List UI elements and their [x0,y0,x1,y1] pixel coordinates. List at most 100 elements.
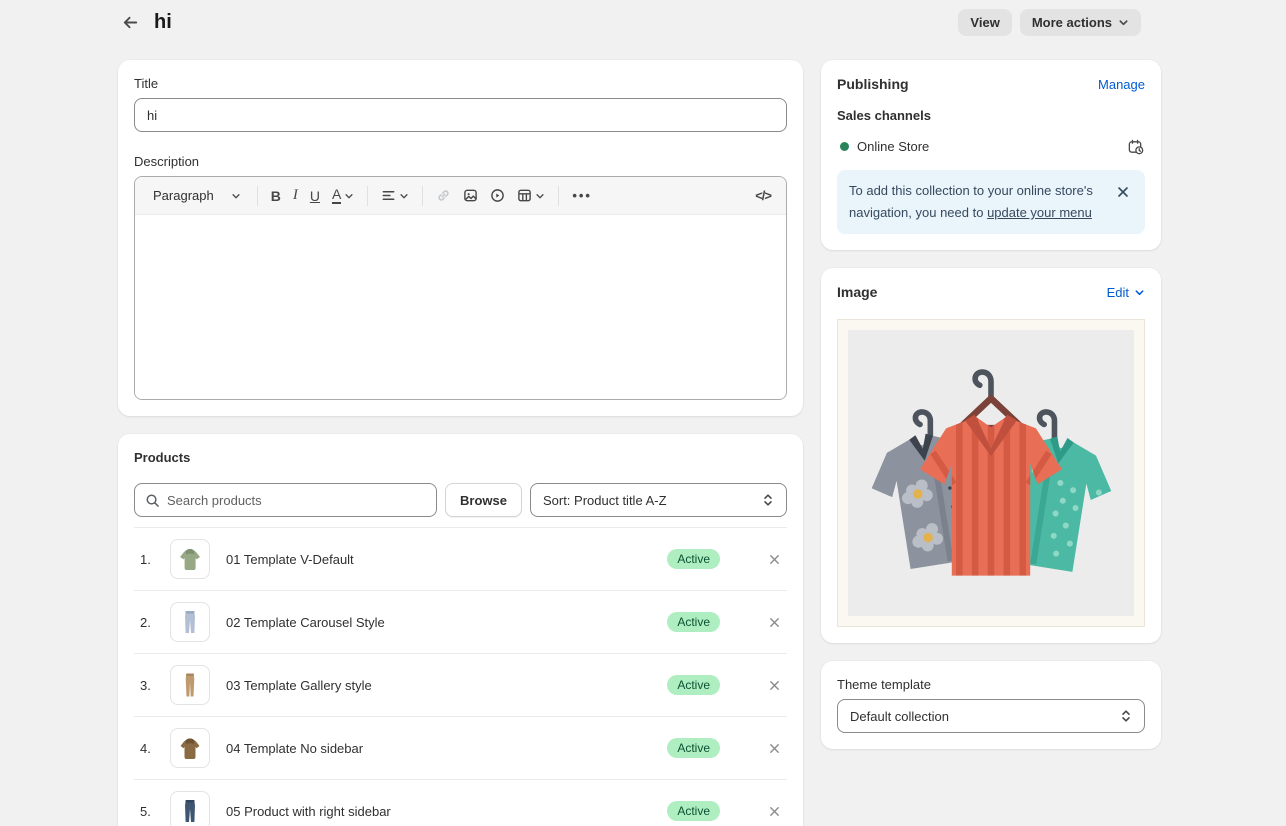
remove-product-button[interactable] [764,675,784,695]
browse-button-label: Browse [460,493,507,508]
remove-product-button[interactable] [764,612,784,632]
back-button[interactable] [118,10,142,34]
product-name: 04 Template No sidebar [226,741,667,756]
bold-label: B [271,188,281,204]
theme-template-value: Default collection [850,709,949,724]
close-icon [1116,185,1130,199]
link-icon [436,188,451,203]
product-thumbnail-green-hoodie [170,539,210,579]
view-button[interactable]: View [958,9,1011,36]
publishing-card: Publishing Manage Sales channels Online … [821,60,1161,250]
description-field-label: Description [134,154,787,169]
update-your-menu-link[interactable]: update your menu [987,205,1092,220]
row-index: 1. [134,552,170,567]
top-bar: hi View More actions [0,0,1286,44]
publishing-heading: Publishing [837,76,909,92]
title-description-card: Title Description Paragraph B I U [118,60,803,416]
text-color-button[interactable]: A [327,183,359,208]
theme-template-select[interactable]: Default collection [837,699,1145,733]
editor-toolbar: Paragraph B I U A [135,177,786,215]
chevron-down-icon [535,191,545,201]
align-left-icon [381,188,396,203]
play-circle-icon [490,188,505,203]
product-search-input[interactable] [167,493,426,508]
paragraph-style-dropdown[interactable]: Paragraph [145,184,249,207]
banner-text: To add this collection to your online st… [849,180,1107,224]
product-row: 2. 02 Template Carousel Style Active [134,590,787,653]
sort-select-value: Sort: Product title A-Z [543,493,667,508]
navigation-info-banner: To add this collection to your online st… [837,170,1145,234]
product-row: 4. 04 Template No sidebar Active [134,716,787,779]
products-heading: Products [134,450,787,465]
alignment-dropdown[interactable] [376,184,414,207]
manage-link-label: Manage [1098,77,1145,92]
sales-channels-heading: Sales channels [837,108,1145,123]
collection-image-frame[interactable] [837,319,1145,627]
chevron-down-icon [231,191,241,201]
remove-product-button[interactable] [764,549,784,569]
status-badge: Active [667,675,720,695]
close-icon [768,679,781,692]
description-editor: Paragraph B I U A [134,176,787,400]
close-icon [768,553,781,566]
more-formatting-button[interactable]: ••• [567,184,597,207]
italic-label: I [293,187,298,204]
schedule-publish-button[interactable] [1125,136,1145,156]
product-name: 03 Template Gallery style [226,678,667,693]
browse-button[interactable]: Browse [445,483,522,517]
title-input[interactable] [134,98,787,132]
underline-label: U [310,188,320,204]
insert-link-button[interactable] [431,184,456,207]
status-badge: Active [667,549,720,569]
dismiss-banner-button[interactable] [1113,182,1133,202]
remove-product-button[interactable] [764,738,784,758]
close-icon [768,805,781,818]
theme-template-card: Theme template Default collection [821,661,1161,749]
chevron-down-icon [399,191,409,201]
insert-video-button[interactable] [485,184,510,207]
topbar-actions: View More actions [958,9,1141,36]
image-icon [463,188,478,203]
status-badge: Active [667,738,720,758]
edit-image-dropdown[interactable]: Edit [1107,285,1145,300]
product-search-box[interactable] [134,483,437,517]
underline-button[interactable]: U [305,184,325,208]
insert-table-dropdown[interactable] [512,184,550,207]
code-label: </> [755,188,771,203]
chevron-down-icon [1118,17,1129,28]
description-editor-content[interactable] [135,215,786,399]
product-thumbnail-dark-jeans [170,791,210,826]
insert-image-button[interactable] [458,184,483,207]
remove-product-button[interactable] [764,801,784,821]
products-card: Products Browse Sort: Product title A-Z [118,434,803,826]
select-caret-icon [762,493,774,507]
bold-button[interactable]: B [266,184,286,208]
toolbar-divider [257,186,258,206]
view-button-label: View [970,15,999,30]
product-thumbnail-tan-pants [170,665,210,705]
paragraph-style-label: Paragraph [153,188,214,203]
products-controls: Browse Sort: Product title A-Z [134,483,787,517]
product-row: 5. 05 Product with right sidebar Active [134,779,787,826]
product-name: 05 Product with right sidebar [226,804,667,819]
calendar-clock-icon [1127,138,1144,155]
edit-link-label: Edit [1107,285,1129,300]
manage-publishing-link[interactable]: Manage [1098,77,1145,92]
sales-channel-row: Online Store [837,136,1145,156]
close-icon [768,616,781,629]
channel-name: Online Store [857,139,1125,154]
more-dots-label: ••• [572,188,592,203]
theme-template-label: Theme template [837,677,1145,692]
table-icon [517,188,532,203]
more-actions-label: More actions [1032,15,1112,30]
row-index: 2. [134,615,170,630]
sort-select[interactable]: Sort: Product title A-Z [530,483,787,517]
product-row: 3. 03 Template Gallery style Active [134,653,787,716]
more-actions-button[interactable]: More actions [1020,9,1141,36]
search-icon [145,493,160,508]
product-thumbnail-light-jeans [170,602,210,642]
italic-button[interactable]: I [288,183,303,208]
show-html-button[interactable]: </> [750,184,776,207]
status-badge: Active [667,801,720,821]
title-field-label: Title [134,76,787,91]
